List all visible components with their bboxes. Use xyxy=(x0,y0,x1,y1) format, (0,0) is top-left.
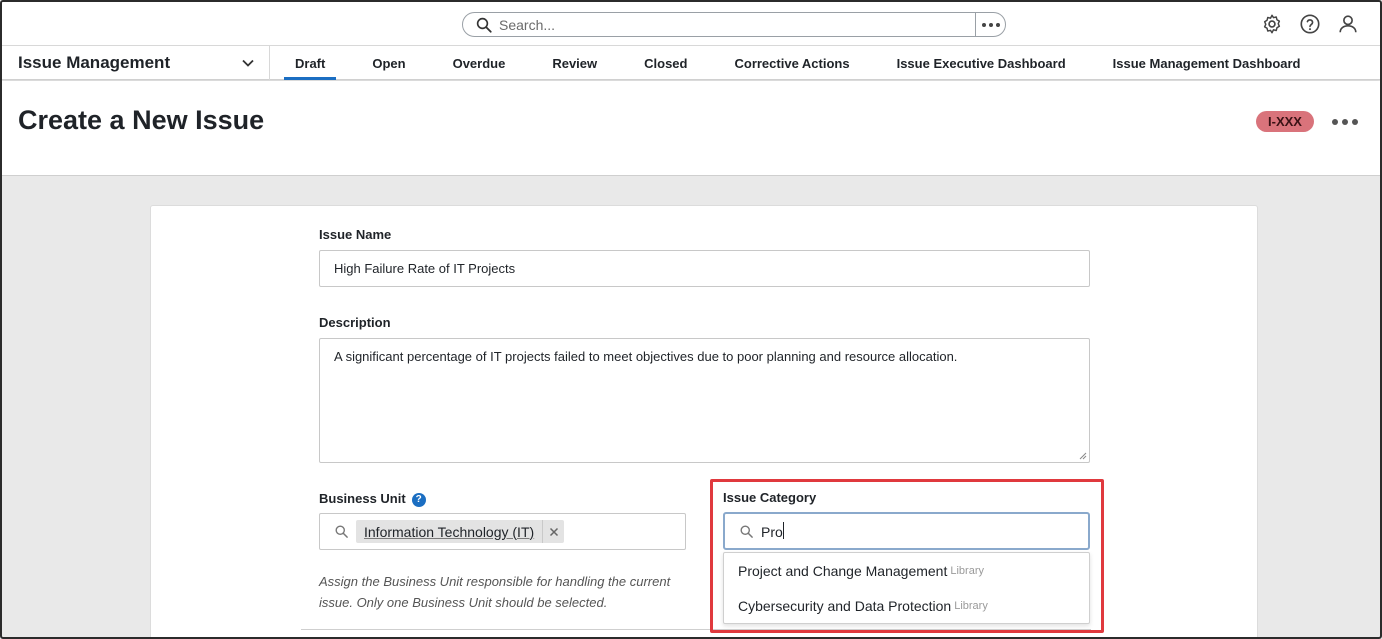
option-tag: Library xyxy=(950,564,984,577)
issue-name-value: High Failure Rate of IT Projects xyxy=(334,261,516,276)
list-item[interactable]: Cybersecurity and Data Protection Library xyxy=(724,588,1089,623)
user-icon xyxy=(1339,15,1357,33)
issue-category-input[interactable] xyxy=(761,522,1061,542)
app-window: Issue Management Draft Open Overdue Revi… xyxy=(0,0,1382,639)
description-label: Description xyxy=(319,315,391,330)
issue-name-label: Issue Name xyxy=(319,227,392,242)
issue-category-label: Issue Category xyxy=(723,490,817,505)
tab-review[interactable]: Review xyxy=(541,46,608,80)
business-unit-chip: Information Technology (IT) xyxy=(356,520,565,543)
tab-issue-management-dashboard[interactable]: Issue Management Dashboard xyxy=(1102,46,1312,80)
search-icon xyxy=(335,525,348,538)
issue-name-field[interactable]: High Failure Rate of IT Projects xyxy=(319,250,1090,287)
page-title: Create a New Issue xyxy=(18,105,265,135)
business-unit-label-text: Business Unit xyxy=(319,491,406,506)
tab-closed[interactable]: Closed xyxy=(633,46,698,80)
issue-category-dropdown: Project and Change Management Library Cyb… xyxy=(723,552,1090,624)
app-title: Issue Management xyxy=(18,53,171,72)
remove-chip-button[interactable] xyxy=(542,520,564,543)
search-more-button[interactable] xyxy=(975,13,1005,36)
chevron-down-icon xyxy=(242,59,254,67)
issue-category-field[interactable] xyxy=(723,512,1090,550)
tab-corrective-actions[interactable]: Corrective Actions xyxy=(723,46,860,80)
page-more-button[interactable] xyxy=(1332,119,1358,125)
profile-button[interactable] xyxy=(1336,12,1360,36)
app-switcher[interactable]: Issue Management xyxy=(18,46,270,80)
tab-bar: Draft Open Overdue Review Closed Correct… xyxy=(284,46,1337,80)
option-name: Cybersecurity and Data Protection xyxy=(738,597,952,614)
help-icon xyxy=(1300,14,1320,34)
option-name: Project and Change Management xyxy=(738,562,948,579)
list-item[interactable]: Project and Change Management Library xyxy=(724,553,1089,588)
option-tag: Library xyxy=(954,599,988,612)
top-bar xyxy=(2,2,1380,46)
search-icon xyxy=(476,17,492,33)
gear-icon xyxy=(1263,14,1281,34)
business-unit-chip-label: Information Technology (IT) xyxy=(364,523,535,540)
description-value: A significant percentage of IT projects … xyxy=(334,349,958,364)
status-badge: I-XXX xyxy=(1256,111,1314,132)
description-field[interactable]: A significant percentage of IT projects … xyxy=(319,338,1090,463)
search-icon xyxy=(740,525,753,538)
nav-bar: Issue Management Draft Open Overdue Revi… xyxy=(2,46,1380,80)
top-icons xyxy=(1260,12,1360,36)
help-button[interactable] xyxy=(1298,12,1322,36)
global-search[interactable] xyxy=(462,12,1006,37)
search-input[interactable] xyxy=(499,15,929,35)
text-caret xyxy=(783,522,784,539)
close-icon xyxy=(549,527,558,536)
resize-handle-icon[interactable] xyxy=(1079,452,1087,460)
tab-draft[interactable]: Draft xyxy=(284,46,337,80)
tab-overdue[interactable]: Overdue xyxy=(442,46,517,80)
business-unit-field[interactable]: Information Technology (IT) xyxy=(319,513,686,550)
settings-button[interactable] xyxy=(1260,12,1284,36)
business-unit-label: Business Unit? xyxy=(319,491,426,507)
page-header: Create a New Issue I-XXX xyxy=(2,81,1380,176)
more-icon xyxy=(981,22,1000,27)
tab-issue-executive-dashboard[interactable]: Issue Executive Dashboard xyxy=(886,46,1077,80)
business-unit-hint: Assign the Business Unit responsible for… xyxy=(319,574,671,610)
help-icon[interactable]: ? xyxy=(411,492,426,507)
tab-open[interactable]: Open xyxy=(361,46,416,80)
